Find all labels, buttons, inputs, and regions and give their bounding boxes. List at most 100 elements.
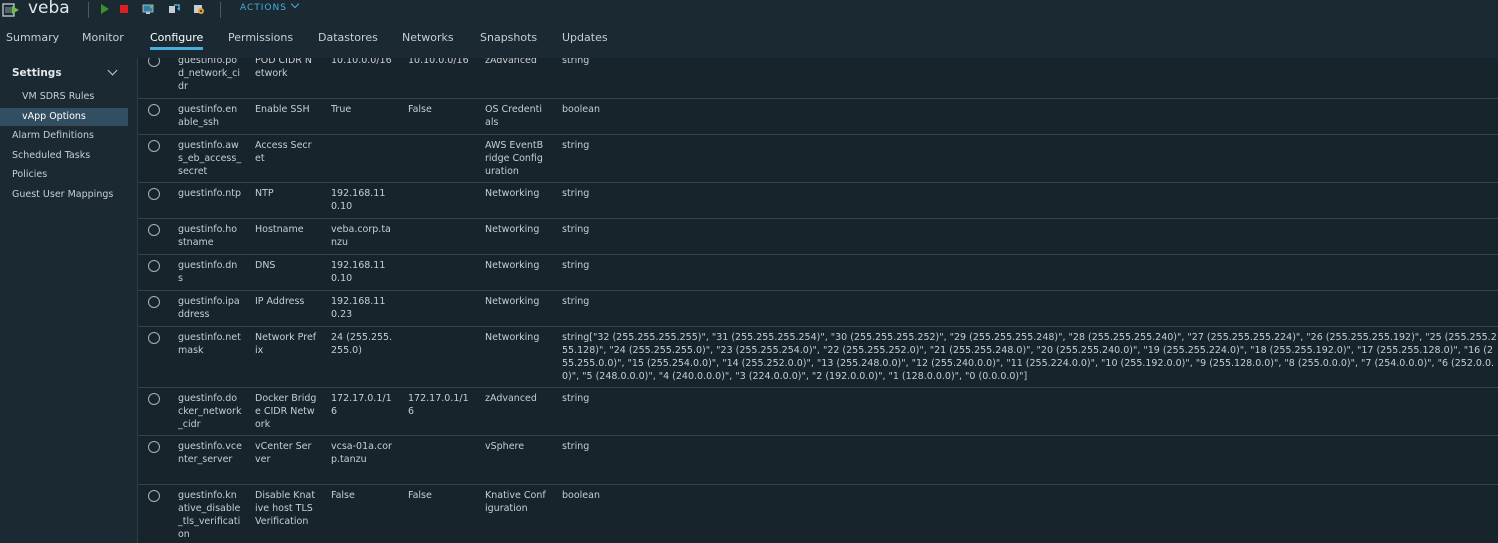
sidebar-item-vm-sdrs-rules[interactable]: VM SDRS Rules [0, 88, 128, 106]
property-value: 172.17.0.1/16 [331, 393, 392, 417]
property-key: guestinfo.aws_eb_access_secret [178, 140, 242, 177]
property-category: Networking [485, 296, 540, 307]
property-value: vcsa-01a.corp.tanzu [331, 441, 392, 465]
row-select-radio[interactable] [148, 332, 160, 344]
property-value: veba.corp.tanzu [331, 224, 391, 248]
tab-networks[interactable]: Networks [402, 31, 454, 44]
property-type: string [562, 188, 590, 199]
tab-configure[interactable]: Configure [150, 31, 204, 50]
property-category: Networking [485, 188, 540, 199]
property-key: guestinfo.netmask [178, 332, 241, 356]
property-value: False [331, 490, 355, 501]
object-header: veba ACTIONS [0, 0, 1498, 22]
tab-bar: Summary Monitor Configure Permissions Da… [0, 26, 1498, 50]
property-type: string["32 (255.255.255.255)", "31 (255.… [562, 332, 1497, 382]
property-key: guestinfo.knative_disable_tls_verificati… [178, 490, 241, 540]
property-type: string [562, 441, 590, 452]
property-label: vCenter Server [255, 441, 312, 465]
property-value: 192.168.110.10 [331, 260, 386, 284]
row-select-radio[interactable] [148, 188, 160, 200]
table-row[interactable]: guestinfo.knative_disable_tls_verificati… [138, 485, 1498, 543]
property-value: True [331, 104, 352, 115]
sidebar-item-policies[interactable]: Policies [0, 166, 128, 184]
settings-sidebar: Settings VM SDRS Rules vApp Options Alar… [0, 58, 138, 543]
property-category: Networking [485, 332, 540, 343]
property-value: 192.168.110.10 [331, 188, 386, 212]
edit-settings-icon[interactable] [193, 3, 205, 15]
row-select-radio[interactable] [148, 490, 160, 502]
row-select-radio[interactable] [148, 441, 160, 453]
property-category: Networking [485, 260, 540, 271]
sidebar-item-guest-user-mappings[interactable]: Guest User Mappings [0, 186, 128, 204]
property-category: Knative Configuration [485, 490, 546, 514]
property-type: string [562, 393, 590, 404]
property-category: Networking [485, 224, 540, 235]
property-category: vSphere [485, 441, 525, 452]
sidebar-item-vapp-options[interactable]: vApp Options [0, 108, 128, 126]
property-label: NTP [255, 188, 274, 199]
property-label: Disable Knative host TLS Verification [255, 490, 316, 527]
row-select-radio[interactable] [148, 104, 160, 116]
vm-name: veba [28, 0, 70, 18]
table-row[interactable]: guestinfo.aws_eb_access_secret Access Se… [138, 135, 1498, 183]
property-default: 10.10.0.0/16 [408, 58, 469, 66]
property-type: string [562, 224, 590, 235]
table-row[interactable]: guestinfo.netmask Network Prefix 24 (255… [138, 327, 1498, 388]
property-label: POD CIDR Network [255, 58, 313, 79]
property-category: AWS EventBridge Configuration [485, 140, 544, 177]
tab-snapshots[interactable]: Snapshots [480, 31, 537, 44]
property-default: False [408, 104, 432, 115]
property-value: 192.168.110.23 [331, 296, 386, 320]
tab-datastores[interactable]: Datastores [318, 31, 378, 44]
property-key: guestinfo.dns [178, 260, 238, 284]
tab-permissions[interactable]: Permissions [228, 31, 293, 44]
property-value: 10.10.0.0/16 [331, 58, 392, 66]
chevron-down-icon[interactable] [107, 65, 118, 76]
power-off-icon[interactable] [118, 3, 130, 15]
property-type: string [562, 140, 590, 151]
toolbar-separator [220, 2, 221, 18]
table-row[interactable]: guestinfo.pod_network_cidr POD CIDR Netw… [138, 58, 1498, 99]
property-key: guestinfo.docker_network_cidr [178, 393, 242, 430]
vapp-properties-grid: guestinfo.pod_network_cidr POD CIDR Netw… [138, 58, 1498, 543]
actions-menu[interactable]: ACTIONS [240, 0, 300, 13]
table-row[interactable]: guestinfo.hostname Hostname veba.corp.ta… [138, 219, 1498, 255]
row-select-radio[interactable] [148, 260, 160, 272]
property-category: zAdvanced [485, 58, 537, 66]
chevron-down-icon [290, 0, 300, 9]
property-label: DNS [255, 260, 276, 271]
sidebar-heading-settings[interactable]: Settings [12, 67, 62, 79]
property-key: guestinfo.vcenter_server [178, 441, 242, 465]
property-label: Hostname [255, 224, 304, 235]
row-select-radio[interactable] [148, 140, 160, 152]
table-row[interactable]: guestinfo.vcenter_server vCenter Server … [138, 436, 1498, 485]
vm-icon [2, 3, 19, 17]
table-row[interactable]: guestinfo.enable_ssh Enable SSH True Fal… [138, 99, 1498, 135]
migrate-icon[interactable] [168, 3, 180, 15]
table-row[interactable]: guestinfo.docker_network_cidr Docker Bri… [138, 388, 1498, 436]
property-type: string [562, 296, 590, 307]
actions-label: ACTIONS [240, 3, 287, 13]
property-default: False [408, 490, 432, 501]
table-row[interactable]: guestinfo.ipaddress IP Address 192.168.1… [138, 291, 1498, 327]
row-select-radio[interactable] [148, 393, 160, 405]
table-row[interactable]: guestinfo.dns DNS 192.168.110.10 Network… [138, 255, 1498, 291]
table-row[interactable]: guestinfo.ntp NTP 192.168.110.10 Network… [138, 183, 1498, 219]
power-on-icon[interactable] [99, 3, 111, 15]
tab-updates[interactable]: Updates [562, 31, 608, 44]
property-label: Docker Bridge CIDR Network [255, 393, 317, 430]
row-select-radio[interactable] [148, 224, 160, 236]
sidebar-item-scheduled-tasks[interactable]: Scheduled Tasks [0, 147, 128, 165]
property-key: guestinfo.enable_ssh [178, 104, 238, 128]
property-label: IP Address [255, 296, 305, 307]
row-select-radio[interactable] [148, 58, 160, 67]
property-value: 24 (255.255.255.0) [331, 332, 393, 356]
property-type: boolean [562, 104, 600, 115]
tab-summary[interactable]: Summary [6, 31, 59, 44]
launch-console-icon[interactable] [142, 3, 154, 15]
row-select-radio[interactable] [148, 296, 160, 308]
property-label: Access Secret [255, 140, 312, 164]
sidebar-item-alarm-definitions[interactable]: Alarm Definitions [0, 127, 128, 145]
tab-monitor[interactable]: Monitor [82, 31, 124, 44]
property-key: guestinfo.pod_network_cidr [178, 58, 240, 92]
